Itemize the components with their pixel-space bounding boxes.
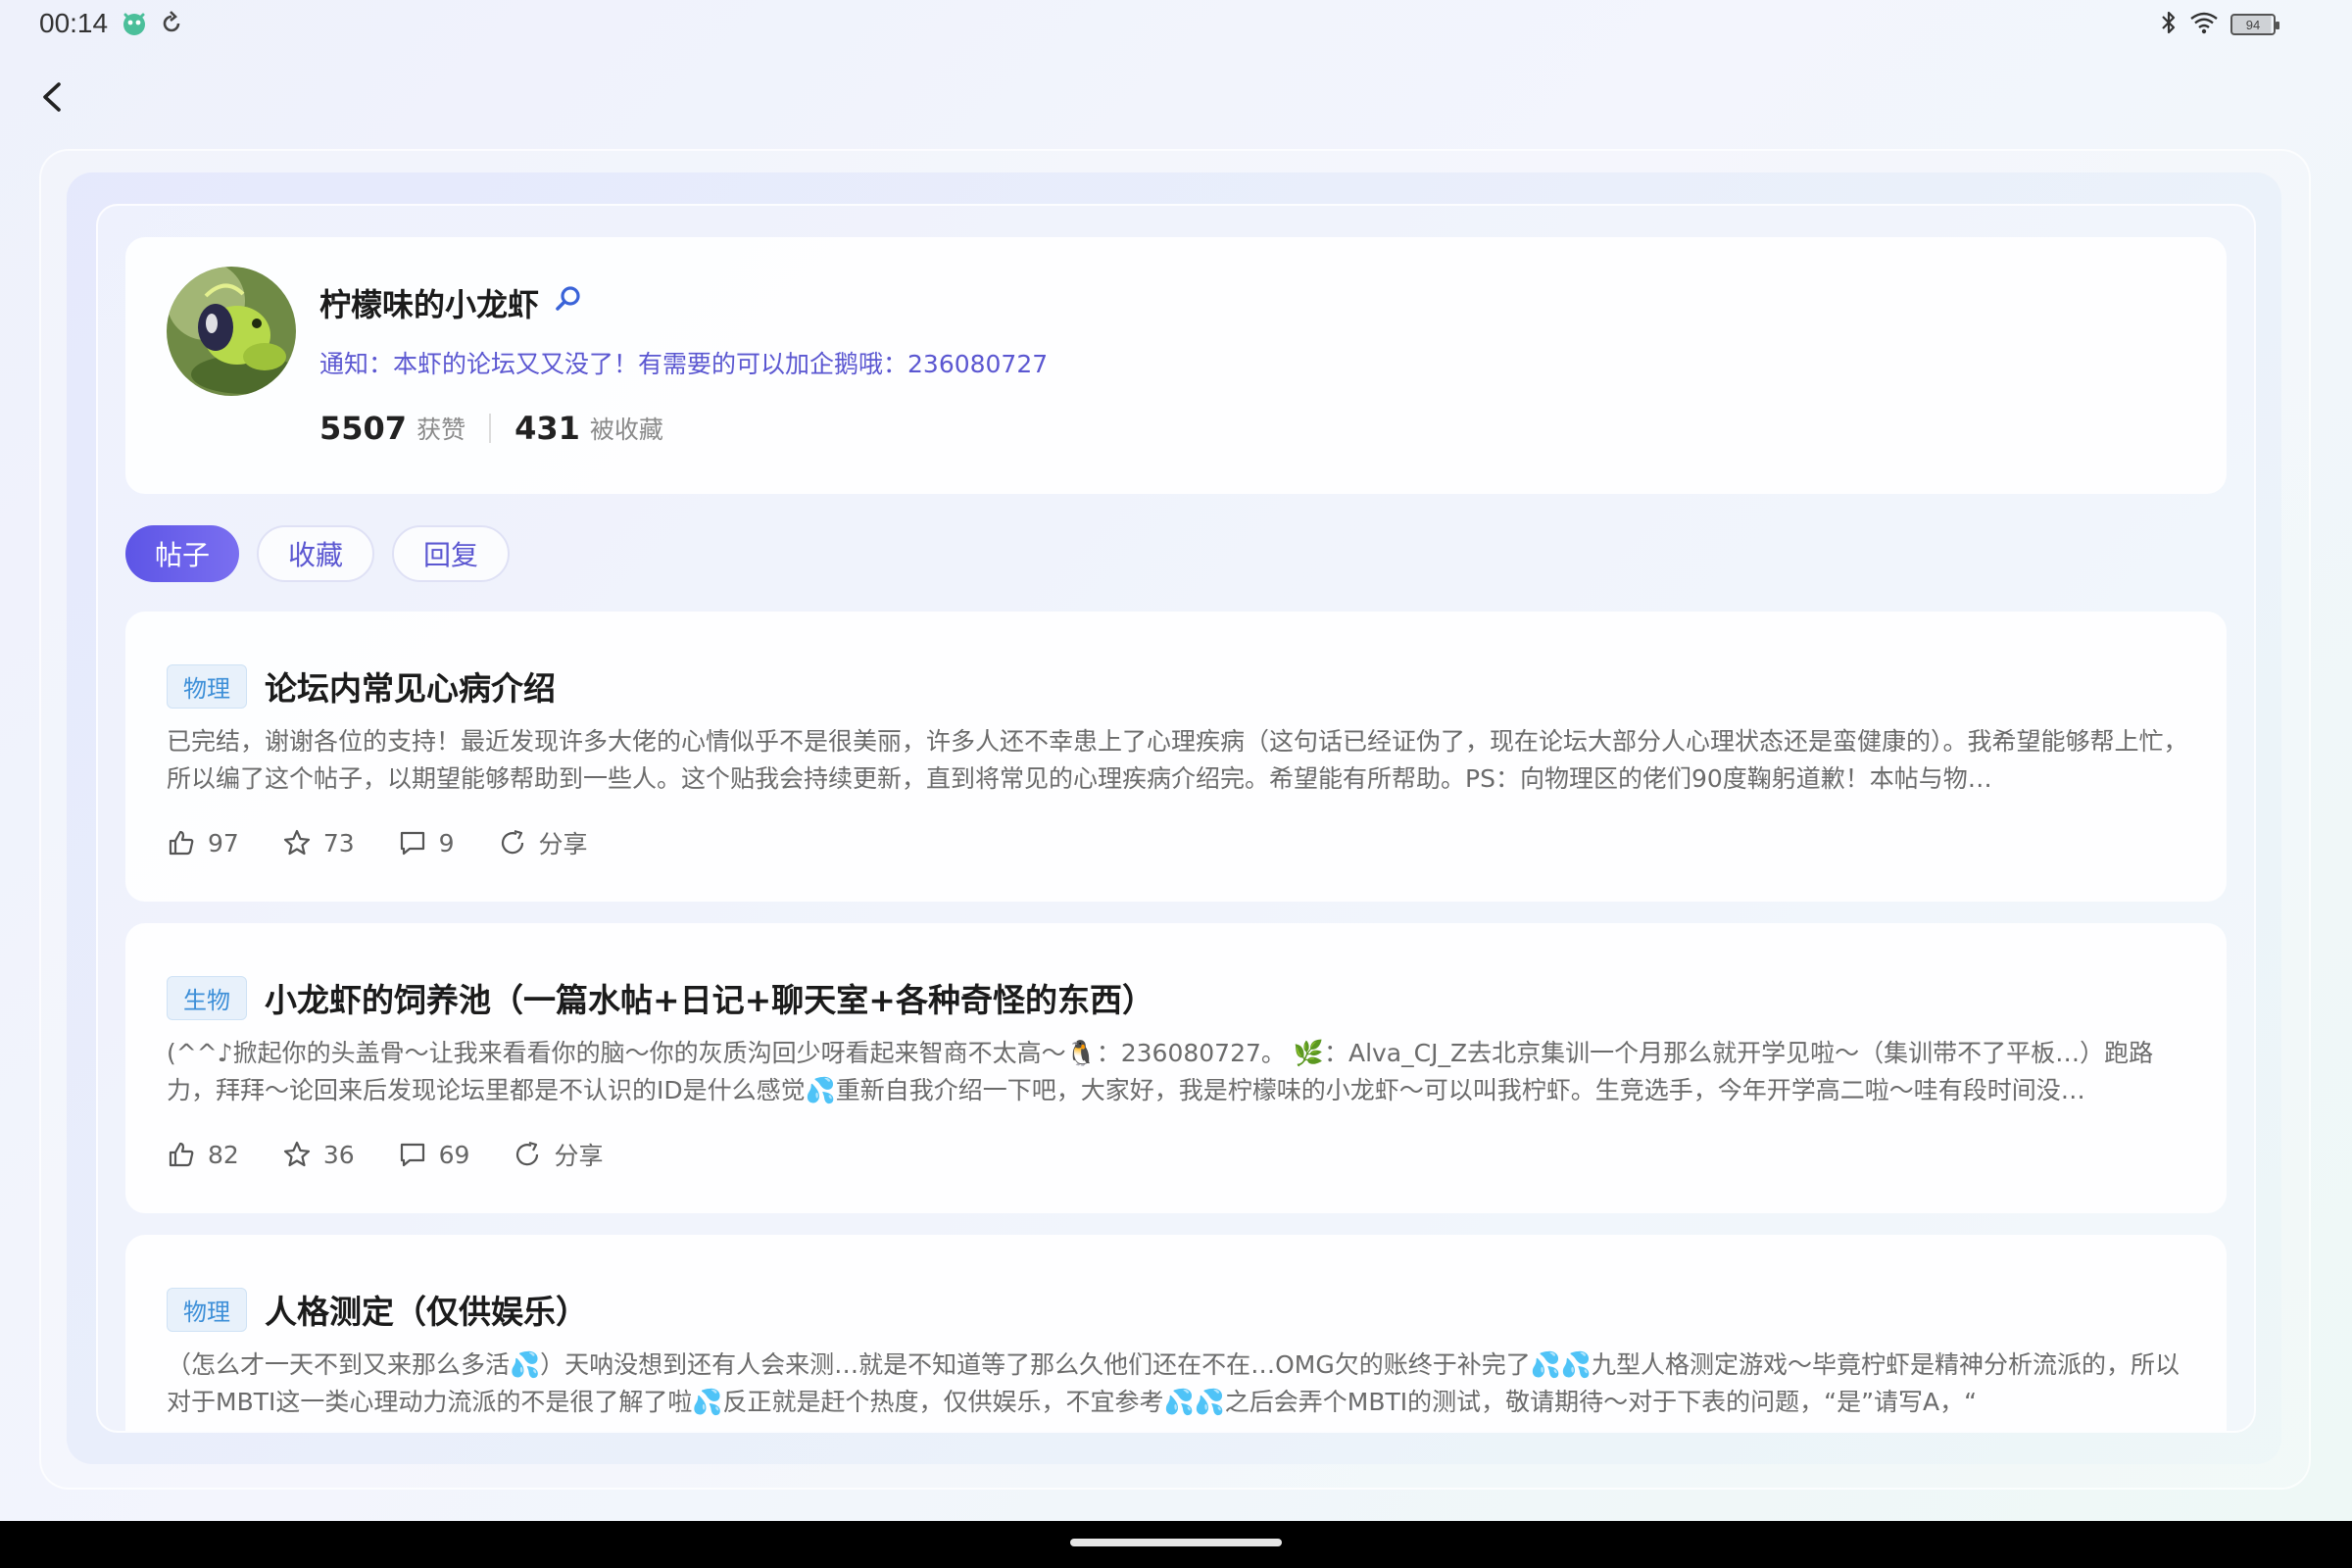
profile-notice: 通知：本虾的论坛又又没了！有需要的可以加企鹅哦：236080727 (319, 350, 1049, 378)
back-button[interactable] (33, 73, 73, 122)
wifi-icon (2189, 11, 2219, 38)
avatar[interactable] (167, 267, 296, 396)
favorite-count: 36 (322, 1140, 355, 1169)
content-panel: 柠檬味的小龙虾 通知：本虾的论坛又又没了！有需要的可以加企鹅哦：23608072… (96, 204, 2256, 1433)
share-button[interactable]: 分享 (513, 1137, 603, 1172)
comment-icon (400, 831, 424, 856)
comment-button[interactable]: 69 (398, 1140, 470, 1169)
post-card[interactable]: 生物 小龙虾的饲养池（一篇水帖+日记+聊天室+各种奇怪的东西） (^^♪掀起你的… (125, 923, 2227, 1213)
post-header: 物理 论坛内常见心病介绍 (167, 662, 556, 710)
tab-replies[interactable]: 回复 (392, 525, 511, 582)
post-title[interactable]: 小龙虾的饲养池（一篇水帖+日记+聊天室+各种奇怪的东西） (265, 974, 1154, 1021)
status-time: 00:14 (39, 8, 109, 38)
like-button[interactable]: 97 (167, 828, 239, 858)
post-title[interactable]: 论坛内常见心病介绍 (265, 662, 556, 710)
star-icon (283, 829, 310, 856)
comment-icon (400, 1143, 424, 1167)
post-excerpt: (^^♪掀起你的头盖骨～让我来看看你的脑～你的灰质沟回少呀看起来智商不太高～🐧：… (167, 1039, 2154, 1104)
sync-icon (159, 10, 184, 41)
profile-tabs: 帖子 收藏 回复 (125, 525, 511, 582)
status-right-group: 94 (2160, 10, 2279, 39)
battery-indicator: 94 (2230, 14, 2279, 35)
comment-count: 9 (438, 828, 455, 858)
post-actions: 82 36 69 分享 (167, 1137, 603, 1172)
chevron-left-icon (43, 82, 61, 112)
favorites-count: 431 (514, 410, 580, 447)
profile-name: 柠檬味的小龙虾 (319, 286, 540, 323)
post-excerpt: （怎么才一天不到又来那么多活💦）天呐没想到还有人会来测…就是不知道等了那么久他们… (167, 1350, 2180, 1416)
post-card[interactable]: 物理 论坛内常见心病介绍 已完结，谢谢各位的支持！最近发现许多大佬的心情似乎不是… (125, 612, 2227, 902)
favorite-button[interactable]: 73 (282, 828, 355, 858)
thumbs-up-icon (169, 1142, 194, 1167)
home-indicator[interactable] (1070, 1539, 1282, 1546)
like-count: 82 (208, 1140, 239, 1169)
comment-button[interactable]: 9 (398, 828, 455, 858)
post-category-tag[interactable]: 生物 (167, 975, 247, 1020)
post-actions: 97 73 9 分享 (167, 825, 588, 860)
like-button[interactable]: 82 (167, 1140, 239, 1169)
app-notification-icon (120, 10, 149, 41)
share-button[interactable]: 分享 (498, 825, 588, 860)
post-header: 物理 人格测定（仅供娱乐） (167, 1286, 588, 1333)
post-category-tag[interactable]: 物理 (167, 1287, 247, 1332)
likes-count: 5507 (319, 410, 408, 447)
share-label: 分享 (538, 830, 588, 858)
thumbs-up-icon (169, 830, 194, 856)
status-bar: 00:14 94 (0, 0, 2352, 49)
bluetooth-icon (2160, 10, 2178, 39)
star-icon (283, 1141, 310, 1167)
profile-card: 柠檬味的小龙虾 通知：本虾的论坛又又没了！有需要的可以加企鹅哦：23608072… (125, 237, 2227, 494)
favorites-label: 被收藏 (589, 416, 663, 444)
post-excerpt: 已完结，谢谢各位的支持！最近发现许多大佬的心情似乎不是很美丽，许多人还不幸患上了… (167, 727, 2188, 793)
share-icon (501, 829, 523, 855)
tab-posts[interactable]: 帖子 (125, 525, 240, 582)
tab-favorites[interactable]: 收藏 (257, 525, 375, 582)
post-header: 生物 小龙虾的饲养池（一篇水帖+日记+聊天室+各种奇怪的东西） (167, 974, 1154, 1021)
post-title[interactable]: 人格测定（仅供娱乐） (265, 1286, 588, 1333)
comment-count: 69 (438, 1140, 470, 1169)
favorite-button[interactable]: 36 (282, 1140, 355, 1169)
post-card[interactable]: 物理 人格测定（仅供娱乐） （怎么才一天不到又来那么多活💦）天呐没想到还有人会来… (125, 1235, 2227, 1431)
search-icon[interactable] (553, 283, 584, 322)
post-category-tag[interactable]: 物理 (167, 663, 247, 709)
share-label: 分享 (554, 1142, 604, 1170)
profile-stats: 5507 获赞 431 被收藏 (319, 410, 663, 447)
likes-label: 获赞 (416, 416, 466, 444)
stats-divider (489, 414, 492, 443)
profile-name-row: 柠檬味的小龙虾 (319, 280, 584, 325)
favorite-count: 73 (322, 828, 355, 858)
share-icon (516, 1141, 539, 1166)
like-count: 97 (208, 828, 239, 858)
